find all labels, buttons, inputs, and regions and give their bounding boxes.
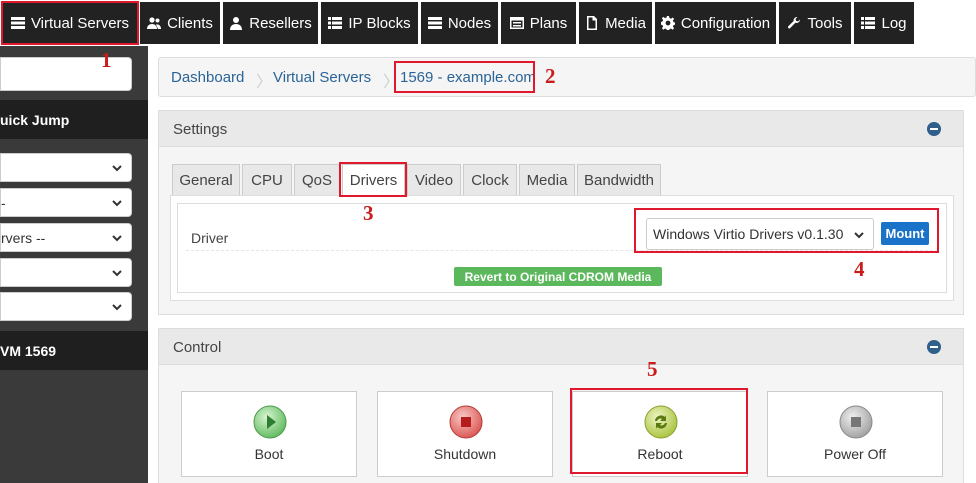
settings-title: Settings [173, 121, 228, 138]
breadcrumb: Dashboard 〉 Virtual Servers 〉 1569 - exa… [158, 57, 976, 97]
breadcrumb-separator: 〉 [256, 74, 273, 91]
top-navigation: Virtual Servers Clients Resellers IP Blo… [0, 0, 976, 46]
nav-label: Plans [529, 14, 568, 32]
stop-icon [449, 405, 483, 439]
drivers-form: Driver Windows Virtio Drivers v0.1.30 Mo… [177, 203, 947, 293]
sidebar-select-4[interactable] [0, 258, 132, 287]
chevron-down-icon [112, 304, 122, 311]
sidebar-select-5[interactable] [0, 292, 132, 321]
driver-select[interactable]: Windows Virtio Drivers v0.1.30 [646, 218, 874, 250]
reboot-label: Reboot [637, 446, 683, 462]
square-icon [839, 405, 873, 439]
mount-button[interactable]: Mount [881, 222, 929, 245]
nav-virtual-servers[interactable]: Virtual Servers [2, 2, 138, 44]
boot-label: Boot [254, 446, 284, 462]
annotation-number: 3 [363, 201, 374, 225]
chevron-down-icon [112, 235, 122, 242]
user-icon [230, 17, 243, 30]
tab-general[interactable]: General [172, 164, 240, 195]
nav-label: Tools [807, 14, 843, 32]
driver-label: Driver [191, 230, 229, 246]
server-list-icon [10, 17, 25, 29]
vm-label: VM 1569 [0, 342, 57, 359]
annotation-number: 4 [854, 257, 865, 281]
file-icon [587, 16, 598, 30]
sidebar-select-1[interactable] [0, 153, 132, 182]
users-icon [147, 17, 162, 29]
shutdown-button[interactable]: Shutdown [377, 391, 553, 477]
collapse-icon[interactable] [927, 340, 941, 354]
nav-label: Clients [167, 14, 213, 32]
nav-tools[interactable]: Tools [779, 2, 851, 44]
nav-label: Resellers [249, 14, 312, 32]
breadcrumb-dashboard[interactable]: Dashboard [171, 69, 244, 86]
quick-jump-label: uick Jump [0, 111, 70, 128]
play-icon [253, 405, 287, 439]
select-value: - [1, 194, 6, 211]
nav-plans[interactable]: Plans [501, 2, 576, 44]
annotation-number: 1 [101, 48, 112, 72]
collapse-icon[interactable] [927, 122, 941, 136]
drivers-tab-content: Driver Windows Virtio Drivers v0.1.30 Mo… [170, 195, 954, 301]
nav-media[interactable]: Media [579, 2, 652, 44]
control-title: Control [173, 339, 222, 356]
tab-video[interactable]: Video [407, 164, 461, 195]
breadcrumb-virtual-servers[interactable]: Virtual Servers [273, 69, 371, 86]
refresh-icon [644, 405, 678, 439]
nav-configuration[interactable]: Configuration [655, 2, 776, 44]
control-panel-header: Control [159, 329, 963, 365]
boot-button[interactable]: Boot [181, 391, 357, 477]
chevron-down-icon [112, 270, 122, 277]
nav-label: Virtual Servers [30, 14, 130, 32]
settings-panel-header: Settings [159, 111, 963, 147]
sidebar-search-input[interactable] [0, 57, 132, 91]
list-icon [328, 17, 343, 29]
driver-select-value: Windows Virtio Drivers v0.1.30 [653, 226, 844, 242]
gear-icon [660, 16, 675, 30]
reboot-button[interactable]: Reboot [572, 391, 748, 477]
nav-resellers[interactable]: Resellers [223, 2, 318, 44]
nav-ip-blocks[interactable]: IP Blocks [321, 2, 418, 44]
breadcrumb-separator: 〉 [383, 74, 400, 91]
nav-label: Media [605, 14, 646, 32]
nav-log[interactable]: Log [854, 2, 914, 44]
revert-cdrom-button[interactable]: Revert to Original CDROM Media [454, 267, 662, 286]
tab-clock[interactable]: Clock [463, 164, 517, 195]
nav-label: Configuration [680, 14, 771, 32]
vm-header: VM 1569 [0, 331, 148, 370]
select-value: rvers -- [1, 229, 46, 246]
nav-nodes[interactable]: Nodes [421, 2, 498, 44]
nav-label: Nodes [447, 14, 492, 32]
sidebar: uick Jump - rvers -- VM 1569 [0, 46, 148, 483]
nav-label: Log [881, 14, 907, 32]
nav-clients[interactable]: Clients [140, 2, 220, 44]
server-icon [427, 17, 442, 29]
form-divider [186, 250, 938, 251]
quick-jump-header: uick Jump [0, 100, 148, 139]
power-off-button[interactable]: Power Off [767, 391, 943, 477]
nav-label: IP Blocks [348, 14, 411, 32]
tab-cpu[interactable]: CPU [242, 164, 292, 195]
chevron-down-icon [112, 165, 122, 172]
sidebar-select-2[interactable]: - [0, 188, 132, 217]
tab-drivers[interactable]: Drivers [342, 164, 405, 196]
wrench-icon [788, 16, 801, 29]
power-off-label: Power Off [824, 446, 886, 462]
list-icon [861, 17, 876, 29]
tab-qos[interactable]: QoS [294, 164, 340, 195]
chevron-down-icon [854, 232, 864, 239]
shutdown-label: Shutdown [433, 446, 497, 462]
chevron-down-icon [112, 200, 122, 207]
annotation-number: 2 [545, 64, 556, 88]
breadcrumb-current-server[interactable]: 1569 - example.com [400, 69, 536, 86]
table-icon [509, 17, 524, 29]
tab-bandwidth[interactable]: Bandwidth [577, 164, 661, 195]
sidebar-select-3[interactable]: rvers -- [0, 223, 132, 252]
annotation-number: 5 [647, 357, 658, 381]
tab-media[interactable]: Media [519, 164, 575, 195]
